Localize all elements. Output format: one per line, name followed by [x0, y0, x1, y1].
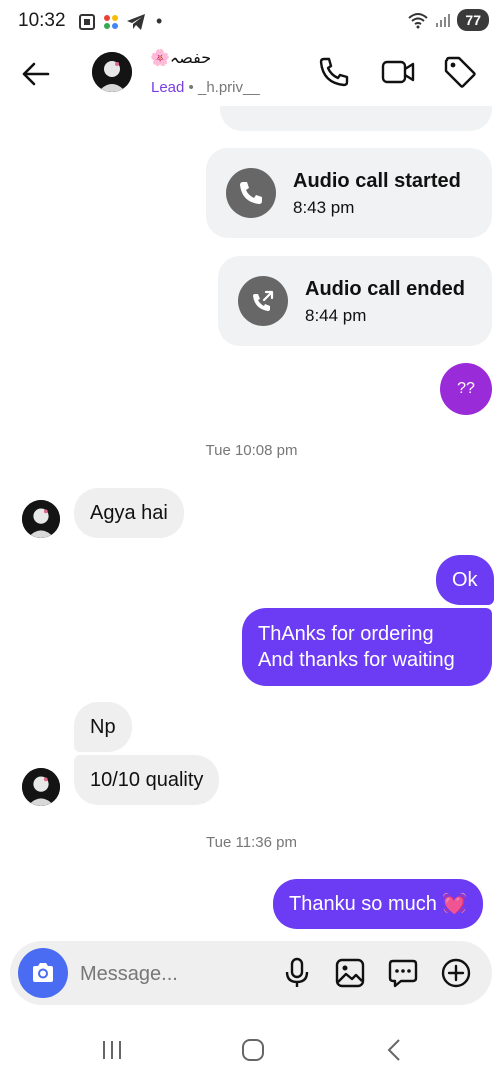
call-outgoing-icon: [253, 290, 274, 311]
camera-icon: [33, 963, 53, 982]
colorful-app-icon: [104, 14, 118, 29]
message-thanks[interactable]: ThAnks for ordering And thanks for waiti…: [242, 608, 492, 686]
contact-name[interactable]: 🌸حفصہ: [150, 48, 211, 68]
subtitle-separator: •: [188, 79, 194, 96]
message-quality[interactable]: 10/10 quality: [74, 755, 220, 805]
wifi-icon: [408, 13, 429, 29]
battery-indicator: 77: [457, 9, 489, 31]
lead-label: Lead: [151, 79, 185, 96]
call-card-ended[interactable]: Audio call ended 8:44 pm: [218, 256, 492, 346]
message-question-marks[interactable]: ??: [440, 363, 492, 415]
call-started-time: 8:43 pm: [293, 198, 355, 217]
microphone-icon[interactable]: [282, 957, 312, 989]
call-started-icon-wrap: [226, 168, 276, 218]
home-icon[interactable]: [240, 1037, 266, 1063]
signal-icon: [436, 14, 451, 27]
camera-button[interactable]: [18, 948, 68, 998]
back-arrow-icon[interactable]: [18, 56, 54, 92]
phone-icon: [240, 182, 262, 204]
recent-apps-icon[interactable]: [100, 1038, 124, 1062]
message-thread[interactable]: Audio call started 8:43 pm Audio call en…: [0, 106, 503, 936]
status-dot: •: [156, 11, 163, 31]
message-thanks-line1: ThAnks for ordering: [258, 623, 434, 645]
phone-call-icon[interactable]: [316, 54, 352, 90]
call-card-started[interactable]: Audio call started 8:43 pm: [206, 148, 492, 238]
contact-avatar[interactable]: [92, 52, 132, 92]
avatar-image: [92, 52, 132, 92]
screenshot-icon: [79, 13, 95, 30]
sender-avatar[interactable]: [22, 768, 60, 806]
contact-username: _h.priv__: [197, 79, 260, 96]
message-input[interactable]: [78, 955, 272, 993]
sticker-chat-icon[interactable]: [387, 957, 419, 989]
call-ended-icon-wrap: [238, 276, 288, 326]
gallery-icon[interactable]: [334, 957, 366, 989]
chat-screen: 10:32 • 77 🌸حفصہ Lead • _h.priv__ Audio …: [0, 0, 503, 1080]
contact-subtitle[interactable]: Lead • _h.priv__: [151, 79, 260, 96]
message-ok[interactable]: Ok: [436, 555, 494, 605]
telegram-icon: [127, 13, 145, 30]
chat-header: 🌸حفصہ Lead • _h.priv__: [0, 40, 503, 106]
plus-circle-icon[interactable]: [440, 957, 472, 989]
sender-avatar[interactable]: [22, 500, 60, 538]
message-agya-hai[interactable]: Agya hai: [74, 488, 184, 538]
system-back-icon[interactable]: [382, 1037, 406, 1063]
avatar-image: [22, 768, 60, 806]
call-ended-time: 8:44 pm: [305, 306, 367, 325]
avatar-image: [22, 500, 60, 538]
message-np[interactable]: Np: [74, 702, 132, 752]
timestamp: Tue 10:08 pm: [205, 442, 298, 459]
notification-icons: •: [78, 11, 162, 32]
status-bar: 10:32 • 77: [0, 0, 503, 40]
call-card-partial: [220, 106, 492, 131]
tag-icon[interactable]: [442, 54, 478, 90]
system-navigation-bar: [0, 1020, 503, 1080]
message-thanks-line2: And thanks for waiting: [258, 649, 455, 671]
message-thanku[interactable]: Thanku so much 💓: [273, 879, 484, 929]
call-ended-title: Audio call ended: [305, 278, 466, 300]
system-indicators: 77: [407, 9, 489, 31]
call-started-title: Audio call started: [293, 170, 461, 192]
timestamp: Tue 11:36 pm: [206, 834, 297, 851]
video-call-icon[interactable]: [380, 54, 416, 90]
message-composer: [10, 941, 492, 1005]
status-time: 10:32: [18, 10, 66, 31]
